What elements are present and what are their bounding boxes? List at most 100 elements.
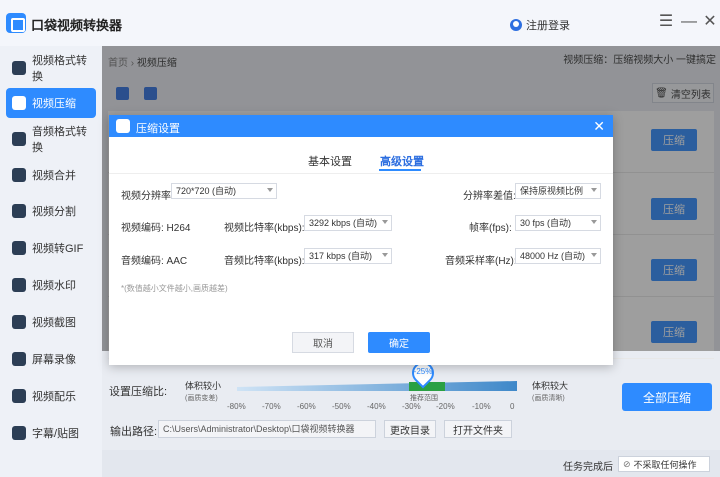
output-path-label: 输出路径: xyxy=(110,426,158,438)
slider-value: -25% xyxy=(413,367,433,376)
dialog-divider xyxy=(109,173,613,174)
dialog-close-icon[interactable]: ✕ xyxy=(593,118,605,134)
sidebar-item-label: 视频分割 xyxy=(32,206,76,218)
after-task-value: 不采取任何操作 xyxy=(633,459,697,470)
sidebar-item-label: 屏幕录像 xyxy=(32,354,76,366)
resolution-diff-value: 保持原视频比例 xyxy=(520,186,584,196)
chevron-down-icon xyxy=(382,253,388,257)
audio-bitrate-value: 317 kbps (自动) xyxy=(309,251,373,261)
video-convert-icon xyxy=(12,61,26,75)
video-merge-icon xyxy=(12,168,26,182)
compress-slider-track[interactable] xyxy=(237,381,517,391)
gif-icon xyxy=(12,241,26,255)
user-icon xyxy=(510,19,522,31)
change-directory-button[interactable]: 更改目录 xyxy=(384,420,436,438)
resolution-label: 视频分辨率: xyxy=(121,191,174,202)
sidebar-item-video-convert[interactable]: 视频格式转换 xyxy=(6,53,96,83)
fps-select[interactable]: 30 fps (自动) xyxy=(515,215,601,231)
music-icon xyxy=(12,389,26,403)
no-action-icon: ⊘ xyxy=(623,458,631,469)
screen-record-icon xyxy=(12,352,26,366)
tab-advanced[interactable]: 高级设置 xyxy=(380,153,424,169)
sidebar-item-screen-record[interactable]: 屏幕录像 xyxy=(6,344,96,374)
sample-rate-select[interactable]: 48000 Hz (自动) xyxy=(515,248,601,264)
sidebar-item-label: 音频格式转换 xyxy=(32,126,87,154)
video-compress-icon xyxy=(12,96,26,110)
compress-all-button[interactable]: 全部压缩 xyxy=(622,383,712,411)
video-bitrate-select[interactable]: 3292 kbps (自动) xyxy=(304,215,392,231)
audio-bitrate-label: 音频比特率(kbps): xyxy=(224,256,305,267)
quality-note: *(数值越小文件越小,画质越差) xyxy=(121,284,228,293)
sidebar-item-label: 视频水印 xyxy=(32,280,76,292)
sidebar-item-video-merge[interactable]: 视频合并 xyxy=(6,160,96,190)
after-task-label: 任务完成后 xyxy=(563,462,613,473)
video-bitrate-label: 视频比特率(kbps): xyxy=(224,223,305,234)
login-label: 注册登录 xyxy=(526,20,570,32)
video-codec-label: 视频编码: H264 xyxy=(121,223,191,234)
open-folder-button[interactable]: 打开文件夹 xyxy=(444,420,512,438)
small-size-label: 体积较小 xyxy=(185,381,222,391)
output-path-field[interactable]: C:\Users\Administrator\Desktop\口袋视频转换器 xyxy=(158,420,376,438)
fps-value: 30 fps (自动) xyxy=(520,218,572,228)
sidebar-item-music[interactable]: 视频配乐 xyxy=(6,381,96,411)
sample-rate-label: 音频采样率(Hz): xyxy=(445,256,517,267)
resolution-diff-label: 分辨率差值: xyxy=(463,191,516,202)
fps-label: 帧率(fps): xyxy=(469,223,512,234)
compress-settings-icon xyxy=(116,119,130,133)
sample-rate-value: 48000 Hz (自动) xyxy=(520,251,586,261)
screenshot-icon xyxy=(12,315,26,329)
resolution-diff-select[interactable]: 保持原视频比例 xyxy=(515,183,601,199)
sidebar-item-label: 视频压缩 xyxy=(32,98,76,110)
tab-underline xyxy=(379,169,421,171)
large-size-label: 体积较大 xyxy=(532,381,569,391)
sidebar-item-label: 视频合并 xyxy=(32,170,76,182)
chevron-down-icon xyxy=(267,188,273,192)
dialog-header: 压缩设置 ✕ xyxy=(109,115,613,137)
tick-label: -60% xyxy=(297,402,316,411)
sidebar-item-video-compress[interactable]: 视频压缩 xyxy=(6,88,96,118)
compress-ratio-label: 设置压缩比: xyxy=(109,386,168,398)
video-bitrate-value: 3292 kbps (自动) xyxy=(309,218,378,228)
sidebar-item-video-gif[interactable]: 视频转GIF xyxy=(6,233,96,263)
resolution-select[interactable]: 720*720 (自动) xyxy=(171,183,277,199)
sidebar: 视频格式转换 视频压缩 音频格式转换 视频合并 视频分割 视频转GIF 视频水印… xyxy=(0,46,102,477)
audio-convert-icon xyxy=(12,132,26,146)
sidebar-item-screenshot[interactable]: 视频截图 xyxy=(6,307,96,337)
compress-settings-dialog: 压缩设置 ✕ 基本设置 高级设置 视频分辨率: 720*720 (自动) 分辨率… xyxy=(109,115,613,365)
sidebar-item-video-split[interactable]: 视频分割 xyxy=(6,196,96,226)
chevron-down-icon xyxy=(591,188,597,192)
video-split-icon xyxy=(12,204,26,218)
chevron-down-icon xyxy=(591,220,597,224)
confirm-button[interactable]: 确定 xyxy=(368,332,430,353)
audio-bitrate-select[interactable]: 317 kbps (自动) xyxy=(304,248,392,264)
audio-codec-label: 音频编码: AAC xyxy=(121,256,188,267)
chevron-down-icon xyxy=(591,253,597,257)
tick-label: -50% xyxy=(332,402,351,411)
sidebar-item-watermark[interactable]: 视频水印 xyxy=(6,270,96,300)
close-icon[interactable]: ✕ xyxy=(702,14,718,30)
tick-label: -70% xyxy=(262,402,281,411)
sidebar-item-label: 视频配乐 xyxy=(32,391,76,403)
subtitle-icon xyxy=(12,426,26,440)
cancel-button[interactable]: 取消 xyxy=(292,332,354,353)
chevron-down-icon xyxy=(382,220,388,224)
tick-label: 0 xyxy=(510,402,515,411)
sidebar-item-subtitle[interactable]: 字幕/贴图 xyxy=(6,418,96,448)
app-logo-icon xyxy=(6,13,26,33)
large-size-sub: (画质清晰) xyxy=(532,395,565,402)
after-task-select[interactable]: ⊘ 不采取任何操作 xyxy=(618,456,710,472)
sidebar-item-label: 视频截图 xyxy=(32,317,76,329)
sidebar-item-audio-convert[interactable]: 音频格式转换 xyxy=(6,124,96,154)
login-button[interactable]: 注册登录 xyxy=(510,17,570,33)
tick-label: -20% xyxy=(436,402,455,411)
minimize-icon[interactable]: — xyxy=(681,14,697,30)
sidebar-item-label: 视频格式转换 xyxy=(32,55,87,83)
watermark-icon xyxy=(12,278,26,292)
title-bar: 口袋视频转换器 注册登录 ☰ — ✕ xyxy=(0,0,720,46)
tick-label: -30% xyxy=(402,402,421,411)
app-title: 口袋视频转换器 xyxy=(31,18,123,33)
sidebar-item-label: 视频转GIF xyxy=(32,243,84,255)
menu-icon[interactable]: ☰ xyxy=(658,14,674,30)
tab-basic[interactable]: 基本设置 xyxy=(308,153,352,169)
tick-label: -80% xyxy=(227,402,246,411)
